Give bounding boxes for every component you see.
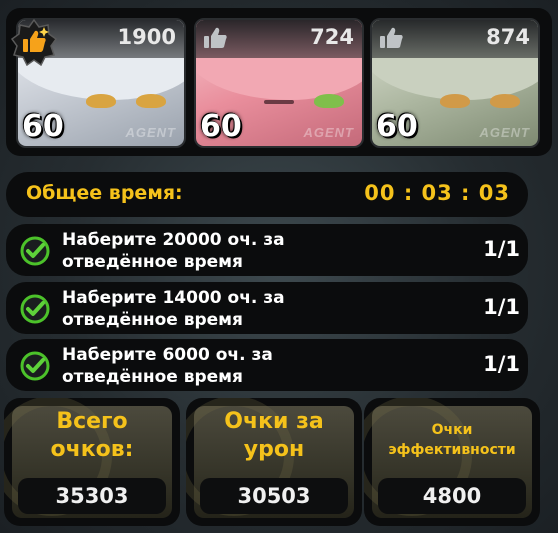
score-value: 35303 (18, 478, 166, 514)
task-text-line2: отведённое время (62, 310, 243, 330)
score-value: 30503 (200, 478, 348, 514)
score-title-line2: эффективности (388, 442, 516, 458)
score-title-line1: Очки (431, 422, 473, 438)
score-value: 4800 (378, 478, 526, 514)
agents-panel: 1900 60 AGENT 724 60 AGENT 874 60 AGENT (6, 8, 552, 156)
task-row: Наберите 20000 оч. за отведённое время 1… (6, 224, 528, 276)
total-score-box: Всего очков: 35303 (4, 398, 180, 526)
like-count: 874 (486, 25, 530, 49)
task-text-line1: Наберите 14000 оч. за (62, 288, 285, 308)
like-count: 724 (310, 25, 354, 49)
agent-level: 60 (22, 109, 64, 144)
results-screen: 1900 60 AGENT 724 60 AGENT 874 60 AGENT … (0, 0, 558, 533)
score-title-line1: Всего (56, 409, 128, 434)
thumbs-up-icon (204, 27, 227, 48)
task-description: Наберите 6000 оч. за отведённое время (62, 344, 422, 388)
check-circle-icon (20, 236, 50, 266)
task-progress: 1/1 (483, 237, 520, 261)
task-row: Наберите 6000 оч. за отведённое время 1/… (6, 339, 528, 391)
thumbs-up-icon (380, 27, 403, 48)
task-description: Наберите 14000 оч. за отведённое время (62, 287, 422, 331)
agent-card-2[interactable]: 724 60 AGENT (194, 18, 364, 148)
score-title-line1: Очки за (224, 409, 324, 434)
total-time-label: Общее время: (26, 182, 183, 204)
like-count: 1900 (117, 25, 176, 49)
task-text-line2: отведённое время (62, 252, 243, 272)
task-progress: 1/1 (483, 295, 520, 319)
score-title-line2: урон (243, 437, 305, 462)
agent-tag: AGENT (303, 125, 354, 140)
total-time-panel: Общее время: 00 : 03 : 03 (6, 172, 528, 217)
agent-tag: AGENT (479, 125, 530, 140)
task-text-line2: отведённое время (62, 367, 243, 387)
efficiency-score-box: Очки эффективности 4800 (364, 398, 540, 526)
agent-tag: AGENT (125, 125, 176, 140)
score-title: Очки за урон (186, 408, 362, 464)
agent-level: 60 (200, 109, 242, 144)
agent-level: 60 (376, 109, 418, 144)
agent-card-3[interactable]: 874 60 AGENT (370, 18, 540, 148)
damage-score-box: Очки за урон 30503 (186, 398, 362, 526)
task-description: Наберите 20000 оч. за отведённое время (62, 229, 422, 273)
check-circle-icon (20, 294, 50, 324)
check-circle-icon (20, 351, 50, 381)
task-text-line1: Наберите 20000 оч. за (62, 230, 285, 250)
top-like-badge-icon (10, 18, 58, 66)
score-title-line2: очков: (50, 437, 134, 462)
total-time-value: 00 : 03 : 03 (364, 181, 510, 205)
task-row: Наберите 14000 оч. за отведённое время 1… (6, 282, 528, 334)
task-progress: 1/1 (483, 352, 520, 376)
task-text-line1: Наберите 6000 оч. за (62, 345, 273, 365)
score-title: Очки эффективности (364, 420, 540, 460)
score-title: Всего очков: (4, 408, 180, 464)
